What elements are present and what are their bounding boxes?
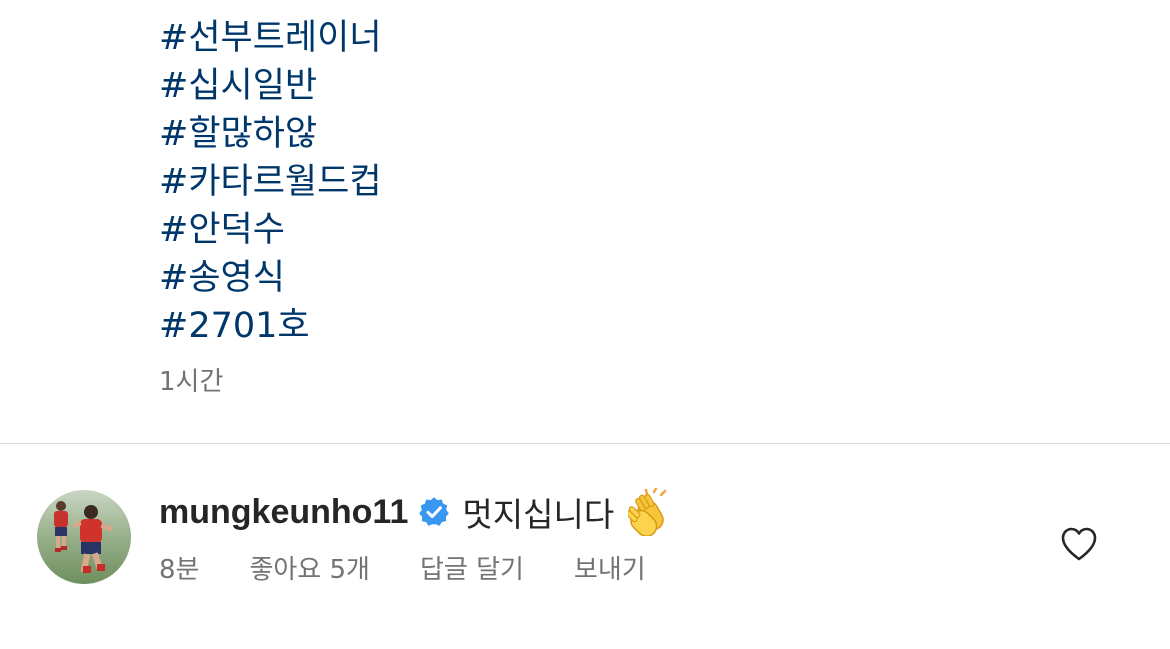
- post-comments-view: #선부트레이너 #십시일반 #할많하않 #카타르월드컵 #안덕수 #송영식 #2…: [0, 0, 1170, 649]
- comment-meta: 8분 좋아요 5개 답글 달기 보내기: [159, 552, 696, 588]
- hashtag-link[interactable]: #송영식: [159, 254, 382, 302]
- comment-username[interactable]: mungkeunho11: [159, 493, 408, 532]
- verified-badge-icon: [418, 496, 450, 528]
- comment-time[interactable]: 8분: [159, 552, 199, 588]
- avatar-photo: [37, 490, 131, 584]
- hashtag-link[interactable]: #선부트레이너: [159, 14, 382, 62]
- hashtag-list: #선부트레이너 #십시일반 #할많하않 #카타르월드컵 #안덕수 #송영식 #2…: [159, 14, 382, 350]
- reply-button[interactable]: 답글 달기: [420, 552, 524, 588]
- send-button[interactable]: 보내기: [574, 552, 646, 588]
- comment-likes-count[interactable]: 좋아요 5개: [249, 552, 370, 588]
- hashtag-link[interactable]: #안덕수: [159, 206, 382, 254]
- hashtag-link[interactable]: #2701호: [159, 302, 382, 350]
- hashtag-link[interactable]: #카타르월드컵: [159, 158, 382, 206]
- post-timestamp[interactable]: 1시간: [159, 364, 223, 400]
- avatar[interactable]: [37, 490, 131, 584]
- comment-item: mungkeunho11 멋지십니다 8분 좋아요 5개 답글 달기 보내기: [0, 444, 1170, 649]
- heart-outline-icon[interactable]: [1060, 526, 1098, 562]
- hashtag-link[interactable]: #할많하않: [159, 110, 382, 158]
- comment-text: 멋지십니다: [462, 495, 615, 534]
- comment-line: mungkeunho11 멋지십니다: [159, 487, 674, 537]
- hashtag-link[interactable]: #십시일반: [159, 62, 382, 110]
- clapping-hands-icon: [625, 487, 674, 537]
